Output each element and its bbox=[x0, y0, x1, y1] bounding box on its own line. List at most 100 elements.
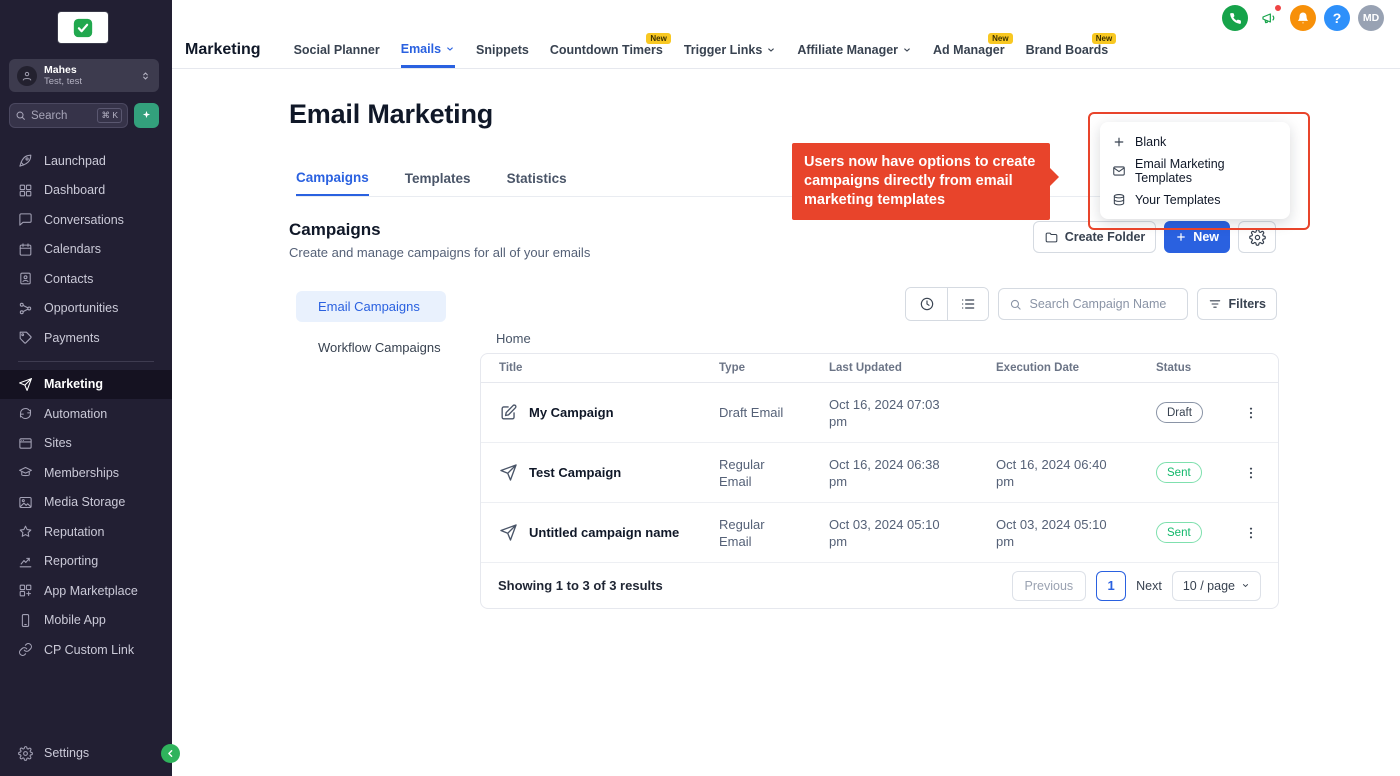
sidebar-divider bbox=[18, 360, 154, 362]
announcements-button[interactable] bbox=[1256, 4, 1282, 31]
sidebar-item-dashboard[interactable]: Dashboard bbox=[0, 176, 172, 206]
plus-icon bbox=[1177, 233, 1186, 241]
sidebar-item-label: Marketing bbox=[44, 377, 104, 392]
page-title: Email Marketing bbox=[289, 99, 494, 129]
sidebar-item-automation[interactable]: Automation bbox=[0, 399, 172, 429]
user-avatar[interactable]: MD bbox=[1358, 5, 1384, 31]
create-folder-button[interactable]: Create Folder bbox=[1032, 221, 1157, 253]
sidebar-item-label: Opportunities bbox=[44, 301, 119, 316]
page-size-select[interactable]: 10 / page bbox=[1171, 570, 1261, 601]
ai-assistant-button[interactable] bbox=[134, 103, 159, 128]
filters-button[interactable]: Filters bbox=[1197, 288, 1277, 320]
sidebar-item-contacts[interactable]: Contacts bbox=[0, 264, 172, 294]
breadcrumb: Home bbox=[496, 331, 531, 346]
nav-workflow-campaigns[interactable]: Workflow Campaigns bbox=[296, 332, 446, 363]
sidebar-item-label: Calendars bbox=[44, 242, 101, 257]
search-shortcut-badge: ⌘ K bbox=[97, 108, 122, 123]
megaphone-icon bbox=[1262, 13, 1275, 24]
tab-statistics[interactable]: Statistics bbox=[507, 161, 567, 196]
gear-icon bbox=[1248, 228, 1266, 246]
row-menu-button[interactable] bbox=[1238, 460, 1264, 486]
campaign-type: Draft Email bbox=[719, 405, 784, 420]
tab-affiliate-manager[interactable]: Affiliate Manager bbox=[797, 32, 912, 68]
sidebar-item-marketing[interactable]: Marketing bbox=[0, 369, 172, 399]
sidebar-item-label: Mobile App bbox=[44, 613, 106, 628]
tab-social-planner[interactable]: Social Planner bbox=[294, 32, 380, 68]
top-right-icons: ? MD bbox=[1222, 4, 1384, 31]
kebab-icon bbox=[1249, 407, 1253, 418]
campaign-type-nav: Email Campaigns Workflow Campaigns bbox=[296, 291, 446, 363]
previous-page-button[interactable]: Previous bbox=[1011, 570, 1087, 601]
tab-templates[interactable]: Templates bbox=[405, 161, 471, 196]
account-switcher[interactable]: Mahes Test, test bbox=[9, 59, 159, 92]
row-menu-button[interactable] bbox=[1238, 520, 1264, 546]
menu-item-your-templates[interactable]: Your Templates bbox=[1100, 185, 1290, 214]
sidebar-item-label: Payments bbox=[44, 330, 100, 345]
notifications-button[interactable] bbox=[1290, 5, 1316, 31]
sidebar-search[interactable]: ⌘ K bbox=[9, 103, 128, 128]
sidebar-nav: Launchpad Dashboard Conversations Calend… bbox=[0, 146, 172, 665]
tab-countdown-timers[interactable]: Countdown Timers New bbox=[550, 32, 671, 68]
send-icon bbox=[500, 464, 517, 481]
graduation-cap-icon bbox=[19, 467, 32, 477]
help-button[interactable]: ? bbox=[1324, 5, 1350, 31]
table-row[interactable]: Test Campaign Regular Email Oct 16, 2024… bbox=[481, 443, 1278, 503]
sidebar-item-media-storage[interactable]: Media Storage bbox=[0, 488, 172, 518]
campaign-settings-button[interactable] bbox=[1238, 221, 1276, 253]
calendar-icon bbox=[19, 243, 32, 256]
clock-icon bbox=[920, 297, 934, 311]
campaign-search-input[interactable] bbox=[1029, 297, 1178, 311]
current-page-button[interactable]: 1 bbox=[1096, 570, 1127, 601]
row-menu-button[interactable] bbox=[1238, 400, 1264, 426]
list-view-button[interactable] bbox=[947, 288, 989, 320]
tab-ad-manager[interactable]: Ad Manager New bbox=[933, 32, 1013, 68]
main-content: Email Marketing Campaigns Templates Stat… bbox=[172, 69, 1400, 776]
tag-icon bbox=[19, 331, 32, 344]
sidebar-item-reputation[interactable]: Reputation bbox=[0, 517, 172, 547]
sidebar-item-mobile-app[interactable]: Mobile App bbox=[0, 606, 172, 636]
sidebar-item-reporting[interactable]: Reporting bbox=[0, 547, 172, 577]
sidebar-item-launchpad[interactable]: Launchpad bbox=[0, 146, 172, 176]
sidebar-item-label: CP Custom Link bbox=[44, 642, 135, 657]
bell-icon bbox=[1298, 12, 1308, 24]
tab-trigger-links[interactable]: Trigger Links bbox=[684, 32, 777, 68]
tab-campaigns[interactable]: Campaigns bbox=[296, 161, 369, 196]
search-icon bbox=[1011, 299, 1022, 310]
table-row[interactable]: My Campaign Draft Email Oct 16, 2024 07:… bbox=[481, 383, 1278, 443]
sidebar-item-payments[interactable]: Payments bbox=[0, 323, 172, 353]
status-badge: Draft bbox=[1156, 402, 1203, 423]
history-view-button[interactable] bbox=[906, 288, 948, 320]
sidebar-item-app-marketplace[interactable]: App Marketplace bbox=[0, 576, 172, 606]
kebab-icon bbox=[1249, 467, 1253, 478]
sidebar-collapse-button[interactable] bbox=[161, 744, 180, 763]
menu-item-email-marketing-templates[interactable]: Email Marketing Templates bbox=[1100, 156, 1290, 185]
sidebar-item-settings[interactable]: Settings bbox=[0, 739, 172, 769]
sidebar-item-memberships[interactable]: Memberships bbox=[0, 458, 172, 488]
sidebar-item-sites[interactable]: Sites bbox=[0, 429, 172, 459]
new-badge: New bbox=[1091, 33, 1117, 44]
tab-emails[interactable]: Emails bbox=[400, 32, 456, 68]
nav-email-campaigns[interactable]: Email Campaigns bbox=[296, 291, 446, 322]
trend-up-icon bbox=[19, 557, 32, 568]
brand-logo bbox=[57, 11, 109, 44]
tab-brand-boards[interactable]: Brand Boards New bbox=[1026, 32, 1117, 68]
sidebar-item-label: Memberships bbox=[44, 465, 120, 480]
next-page-button[interactable]: Next bbox=[1136, 579, 1162, 593]
menu-item-blank[interactable]: Blank bbox=[1100, 127, 1290, 156]
sidebar-item-conversations[interactable]: Conversations bbox=[0, 205, 172, 235]
list-toolbar: Filters bbox=[905, 287, 1277, 321]
column-last-updated: Last Updated bbox=[829, 362, 902, 374]
campaign-execution-date: Oct 03, 2024 05:10 pm bbox=[996, 516, 1107, 549]
campaign-search[interactable] bbox=[998, 288, 1189, 320]
table-row[interactable]: Untitled campaign name Regular Email Oct… bbox=[481, 503, 1278, 563]
new-campaign-button[interactable]: New bbox=[1164, 221, 1230, 253]
sidebar-search-input[interactable] bbox=[31, 109, 93, 122]
tab-snippets[interactable]: Snippets bbox=[476, 32, 529, 68]
sidebar-item-cp-custom-link[interactable]: CP Custom Link bbox=[0, 635, 172, 665]
sidebar-item-calendars[interactable]: Calendars bbox=[0, 235, 172, 265]
account-name: Mahes bbox=[44, 64, 77, 76]
phone-button[interactable] bbox=[1222, 5, 1248, 31]
sidebar-item-opportunities[interactable]: Opportunities bbox=[0, 294, 172, 324]
campaign-title: Test Campaign bbox=[529, 465, 622, 480]
campaign-title: Untitled campaign name bbox=[529, 525, 680, 540]
